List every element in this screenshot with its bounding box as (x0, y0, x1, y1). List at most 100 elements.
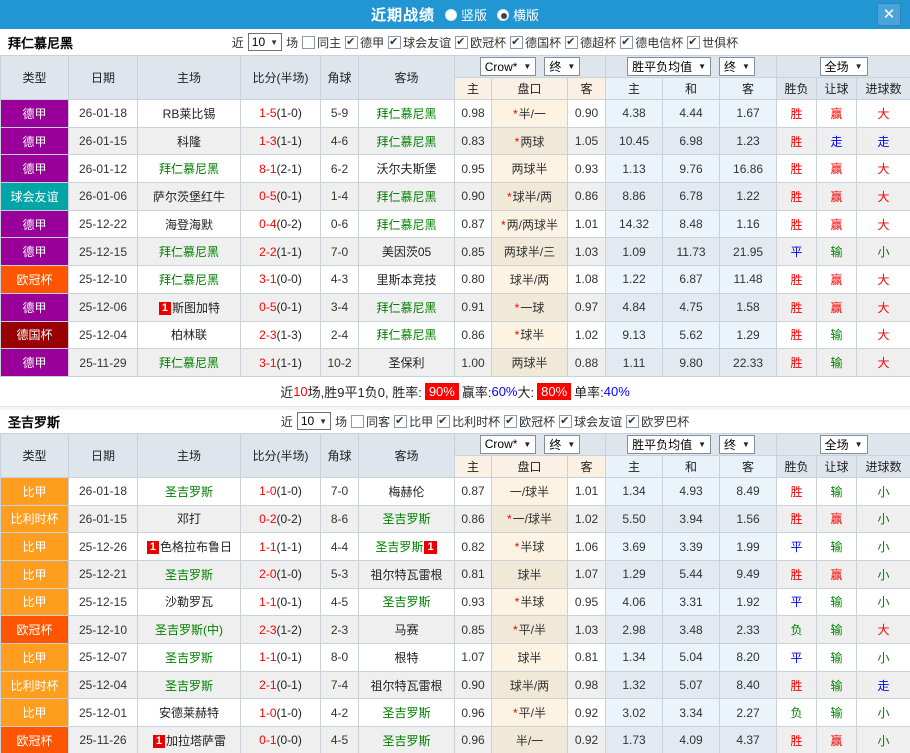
checkbox-checked-icon[interactable] (388, 36, 401, 49)
fulltime-score: 2-0 (259, 567, 276, 581)
away-odds-cell: 1.08 (568, 266, 606, 294)
away-team-name: 圣吉罗斯 (375, 540, 423, 554)
col-avg-home: 主 (606, 455, 663, 477)
date-cell: 25-12-07 (69, 644, 138, 672)
dropdown-arrow-icon: ▼ (698, 440, 706, 449)
league-type-cell: 比甲 (1, 644, 69, 672)
odds-stage-select[interactable]: 终 ▼ (544, 435, 580, 454)
home-team-cell: 圣吉罗斯(中) (138, 616, 241, 644)
home-odds-cell: 0.86 (455, 505, 492, 533)
match-count-select[interactable]: 10▼ (248, 33, 282, 51)
checkbox-checked-icon[interactable] (394, 415, 407, 428)
handicap-star-icon: * (513, 107, 518, 121)
halftime-score: (2-1) (277, 162, 302, 176)
odds-provider-select[interactable]: Crow* ▼ (480, 57, 537, 76)
handicap-result-cell: 输 (817, 533, 857, 561)
col-type: 类型 (1, 56, 69, 100)
away-team-cell: 圣吉罗斯 (359, 505, 455, 533)
checkbox-checked-icon[interactable] (620, 36, 633, 49)
avg-stage-select[interactable]: 终 ▼ (719, 57, 755, 76)
close-button[interactable]: ✕ (877, 3, 901, 26)
goals-result-cell: 走 (857, 671, 910, 699)
checkbox-checked-icon[interactable] (565, 36, 578, 49)
checkbox-checked-icon[interactable] (345, 36, 358, 49)
checkbox-checked-icon[interactable] (455, 36, 468, 49)
recent-label: 近 (232, 34, 244, 51)
checkbox-checked-icon[interactable] (510, 36, 523, 49)
score-cell: 1-0(1-0) (241, 699, 321, 727)
odds-stage-select[interactable]: 终 ▼ (544, 57, 580, 76)
avg-draw-cell: 9.76 (663, 155, 720, 183)
corner-cell: 4-5 (321, 727, 359, 753)
same-venue-checkbox[interactable]: 同主 (302, 34, 341, 51)
away-odds-cell: 1.03 (568, 616, 606, 644)
league-checkbox[interactable]: 欧冠杯 (504, 413, 555, 430)
same-venue-checkbox[interactable]: 同客 (351, 413, 390, 430)
avg-type-select[interactable]: 胜平负均值 ▼ (627, 435, 711, 454)
dropdown-arrow-icon: ▼ (698, 62, 706, 71)
halftime-score: (1-1) (277, 356, 302, 370)
vertical-layout-radio[interactable]: 竖版 (445, 5, 487, 24)
league-checkbox[interactable]: 世俱杯 (687, 34, 738, 51)
fulltime-select[interactable]: 全场 ▼ (820, 57, 868, 76)
home-team-cell: 拜仁慕尼黑 (138, 238, 241, 266)
radio-checked-icon[interactable] (497, 9, 509, 21)
handicap-line: 两球半 (511, 162, 547, 176)
league-checkbox[interactable]: 球会友谊 (559, 413, 622, 430)
checkbox-unchecked-icon[interactable] (351, 415, 364, 428)
checkbox-checked-icon[interactable] (504, 415, 517, 428)
home-odds-cell: 1.07 (455, 644, 492, 672)
league-checkbox[interactable]: 球会友谊 (388, 34, 451, 51)
checkbox-checked-icon[interactable] (687, 36, 700, 49)
league-checkbox[interactable]: 德超杯 (565, 34, 616, 51)
avg-stage-select[interactable]: 终 ▼ (719, 435, 755, 454)
winlose-result-cell: 胜 (777, 349, 817, 377)
away-odds-cell: 1.07 (568, 560, 606, 588)
checkbox-checked-icon[interactable] (559, 415, 572, 428)
away-team-name: 祖尔特瓦雷根 (370, 568, 442, 582)
fulltime-select[interactable]: 全场 ▼ (820, 435, 868, 454)
match-row: 德国杯25-12-04柏林联2-3(1-3)2-4拜仁慕尼黑0.86*球半1.0… (1, 321, 910, 349)
match-count-select[interactable]: 10▼ (297, 412, 331, 430)
handicap-result-cell: 输 (817, 588, 857, 616)
avg-away-cell: 1.99 (720, 533, 777, 561)
match-row: 球会友谊26-01-06萨尔茨堡红牛0-5(0-1)1-4拜仁慕尼黑0.90*球… (1, 183, 910, 211)
checkbox-checked-icon[interactable] (626, 415, 639, 428)
home-odds-cell: 0.80 (455, 266, 492, 294)
handicap-line: 球半 (517, 651, 541, 665)
checkbox-checked-icon[interactable] (437, 415, 450, 428)
col-home: 主场 (138, 56, 241, 100)
league-type-cell: 德国杯 (1, 321, 69, 349)
games-label: 场 (335, 413, 347, 430)
checkbox-unchecked-icon[interactable] (302, 36, 315, 49)
avg-away-cell: 1.92 (720, 588, 777, 616)
league-checkbox[interactable]: 德甲 (345, 34, 384, 51)
horizontal-layout-radio[interactable]: 横版 (497, 5, 539, 24)
league-checkbox[interactable]: 欧罗巴杯 (626, 413, 689, 430)
home-odds-cell: 0.93 (455, 588, 492, 616)
match-row: 比甲25-12-01安德莱赫特1-0(1-0)4-2圣吉罗斯0.96*平/半0.… (1, 699, 910, 727)
goals-result-cell: 走 (857, 127, 910, 155)
fulltime-score: 8-1 (259, 162, 276, 176)
avg-home-cell: 1.13 (606, 155, 663, 183)
halftime-score: (0-2) (277, 217, 302, 231)
corner-cell: 6-2 (321, 155, 359, 183)
match-row: 德甲25-11-29拜仁慕尼黑3-1(1-1)10-2圣保利1.00两球半0.8… (1, 349, 910, 377)
avg-type-select[interactable]: 胜平负均值 ▼ (627, 57, 711, 76)
league-checkbox-label: 球会友谊 (574, 413, 622, 430)
league-checkbox[interactable]: 欧冠杯 (455, 34, 506, 51)
avg-draw-cell: 9.80 (663, 349, 720, 377)
corner-cell: 2-4 (321, 321, 359, 349)
home-team-name: 圣吉罗斯 (165, 485, 213, 499)
match-row: 比利时杯25-12-04圣吉罗斯2-1(0-1)7-4祖尔特瓦雷根0.90球半/… (1, 671, 910, 699)
radio-unchecked-icon[interactable] (445, 9, 457, 21)
league-checkbox[interactable]: 德国杯 (510, 34, 561, 51)
away-team-cell: 拜仁慕尼黑 (359, 183, 455, 211)
away-odds-cell: 0.81 (568, 644, 606, 672)
handicap-result-cell: 赢 (817, 183, 857, 211)
odds-provider-select[interactable]: Crow* ▼ (480, 435, 537, 454)
league-checkbox[interactable]: 德电信杯 (620, 34, 683, 51)
league-checkbox[interactable]: 比利时杯 (437, 413, 500, 430)
league-checkbox[interactable]: 比甲 (394, 413, 433, 430)
avg-home-cell: 8.86 (606, 183, 663, 211)
